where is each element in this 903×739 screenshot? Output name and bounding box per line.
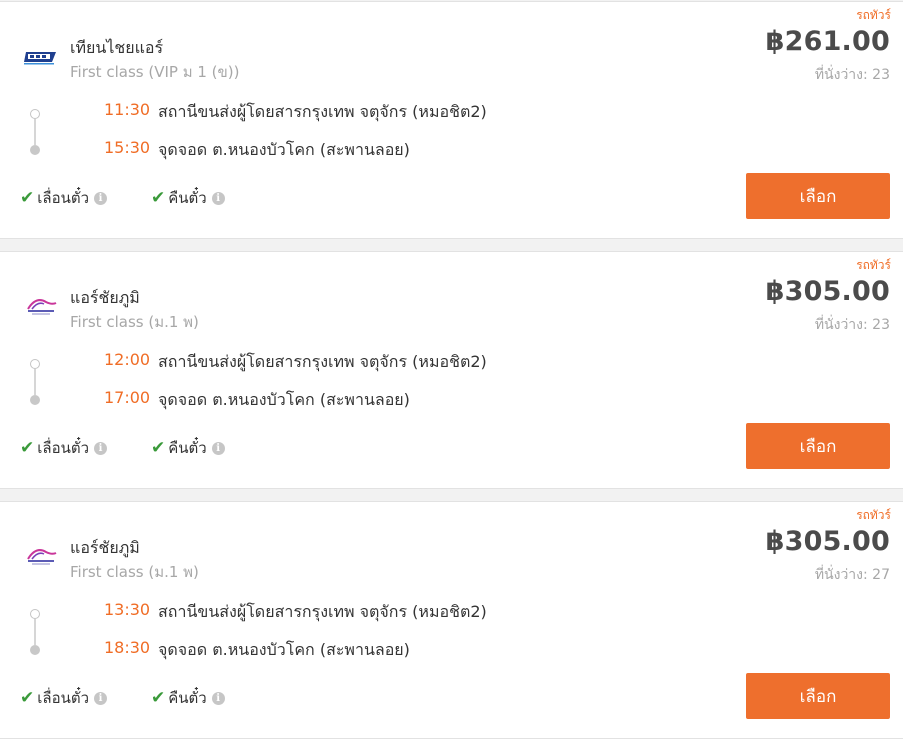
feature-change-ticket: ✔ เลื่อนตั๋ว i [20,436,107,460]
arrival-dot-icon [30,145,40,155]
feature-change-ticket: ✔ เลื่อนตั๋ว i [20,186,107,210]
bus-class: First class (VIP ม 1 (ข)) [70,63,240,81]
feature-label: คืนตั๋ว [168,189,207,207]
air-chaiyaphum-logo-icon [22,294,60,320]
feature-label: เลื่อนตั๋ว [37,689,89,707]
operator-name: เทียนไชยแอร์ [70,38,164,57]
feature-label: คืนตั๋ว [168,689,207,707]
check-icon: ✔ [151,188,166,208]
departure-dot-icon [30,609,40,619]
departure-dot-icon [30,109,40,119]
operator-name: แอร์ชัยภูมิ [70,288,140,307]
feature-refund-ticket: ✔ คืนตั๋ว i [151,186,225,210]
timeline-line [34,619,36,645]
seats-available: ที่นั่งว่าง: 27 [814,567,890,583]
bus-type-label: รถทัวร์ [856,258,891,272]
info-icon[interactable]: i [94,441,107,455]
check-icon: ✔ [20,188,35,208]
select-button[interactable]: เลือก [746,423,890,469]
seats-available: ที่นั่งว่าง: 23 [814,67,890,83]
trip-card: เทียนไชยแอร์ First class (VIP ม 1 (ข)) ร… [0,1,903,239]
arrival-time: 18:30 [104,638,151,657]
bus-type-label: รถทัวร์ [856,508,891,522]
timeline-line [34,119,36,145]
tienchai-air-logo-icon [22,44,60,70]
departure-stop: สถานีขนส่งผู้โดยสารกรุงเทพ จตุจักร (หมอช… [158,602,487,621]
feature-label: เลื่อนตั๋ว [37,189,89,207]
arrival-stop: จุดจอด ต.หนองบัวโคก (สะพานลอย) [158,640,410,659]
arrival-stop: จุดจอด ต.หนองบัวโคก (สะพานลอย) [158,140,410,159]
timeline-line [34,369,36,395]
price: ฿305.00 [765,276,890,307]
departure-time: 13:30 [104,600,151,619]
trip-card: แอร์ชัยภูมิ First class (ม.1 พ) รถทัวร์ … [0,251,903,489]
feature-refund-ticket: ✔ คืนตั๋ว i [151,686,225,710]
check-icon: ✔ [20,688,35,708]
seats-available: ที่นั่งว่าง: 23 [814,317,890,333]
info-icon[interactable]: i [94,191,107,205]
arrival-time: 17:00 [104,388,151,407]
info-icon[interactable]: i [211,441,225,455]
feature-label: คืนตั๋ว [168,439,207,457]
bus-class: First class (ม.1 พ) [70,563,199,581]
info-icon[interactable]: i [211,691,225,705]
departure-stop: สถานีขนส่งผู้โดยสารกรุงเทพ จตุจักร (หมอช… [158,352,487,371]
departure-time: 11:30 [104,100,151,119]
info-icon[interactable]: i [94,691,107,705]
price: ฿305.00 [765,526,890,557]
check-icon: ✔ [20,438,35,458]
departure-time: 12:00 [104,350,151,369]
trip-card: แอร์ชัยภูมิ First class (ม.1 พ) รถทัวร์ … [0,501,903,739]
arrival-time: 15:30 [104,138,151,157]
feature-change-ticket: ✔ เลื่อนตั๋ว i [20,686,107,710]
feature-refund-ticket: ✔ คืนตั๋ว i [151,436,225,460]
feature-label: เลื่อนตั๋ว [37,439,89,457]
air-chaiyaphum-logo-icon [22,544,60,570]
check-icon: ✔ [151,438,166,458]
arrival-dot-icon [30,395,40,405]
arrival-dot-icon [30,645,40,655]
bus-class: First class (ม.1 พ) [70,313,199,331]
arrival-stop: จุดจอด ต.หนองบัวโคก (สะพานลอย) [158,390,410,409]
operator-name: แอร์ชัยภูมิ [70,538,140,557]
departure-dot-icon [30,359,40,369]
departure-stop: สถานีขนส่งผู้โดยสารกรุงเทพ จตุจักร (หมอช… [158,102,487,121]
price: ฿261.00 [765,26,890,57]
select-button[interactable]: เลือก [746,673,890,719]
info-icon[interactable]: i [211,191,225,205]
bus-type-label: รถทัวร์ [856,8,891,22]
check-icon: ✔ [151,688,166,708]
select-button[interactable]: เลือก [746,173,890,219]
